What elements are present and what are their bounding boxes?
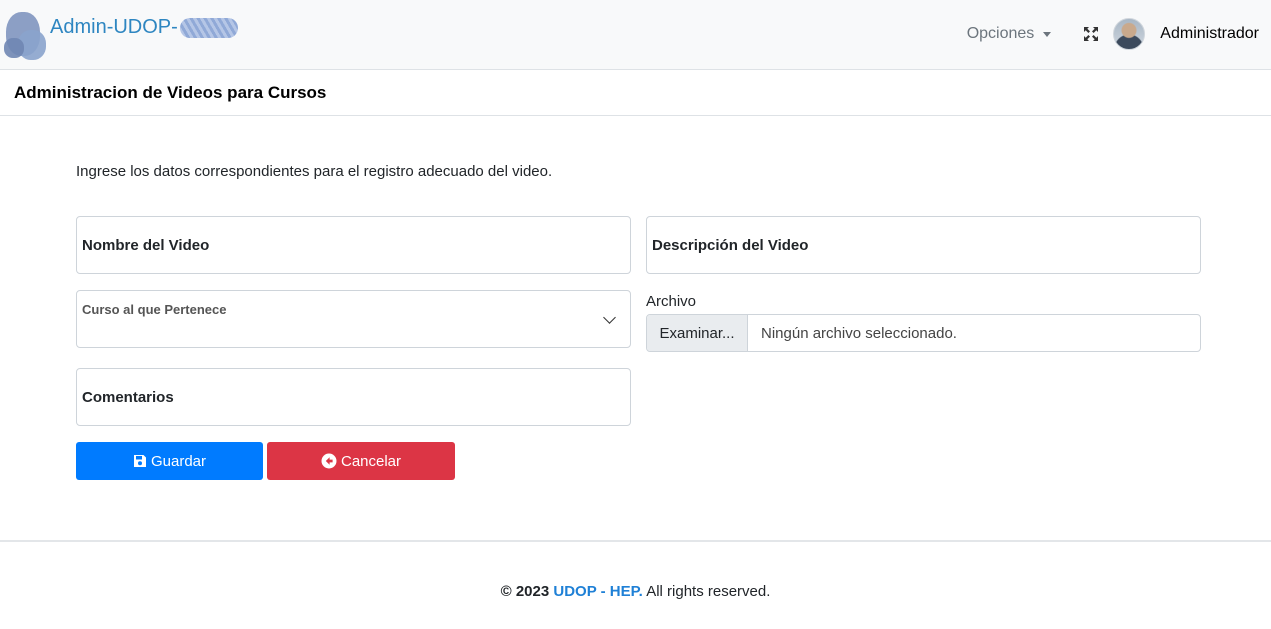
video-name-label: Nombre del Video: [82, 237, 210, 254]
expand-icon[interactable]: [1083, 26, 1099, 42]
options-label: Opciones: [966, 25, 1035, 42]
page-header: Administracion de Videos para Cursos: [0, 70, 1271, 116]
navbar: Admin-UDOP- Opciones Administrador: [0, 0, 1271, 70]
course-select-label: Curso al que Pertenece: [82, 302, 227, 317]
save-icon: [133, 455, 146, 467]
avatar[interactable]: [1113, 18, 1146, 50]
cancel-label: Cancelar: [340, 452, 402, 470]
course-select[interactable]: Curso al que Pertenece: [76, 290, 631, 348]
arrow-circle-left-icon: [321, 453, 337, 469]
brand-title-text: Admin-UDOP-: [50, 16, 178, 38]
video-description-label: Descripción del Video: [652, 237, 809, 254]
footer-copyright: © 2023: [500, 583, 550, 600]
intro-text: Ingrese los datos correspondientes para …: [76, 163, 553, 180]
page-title: Administracion de Videos para Cursos: [14, 82, 327, 102]
options-dropdown[interactable]: Opciones: [967, 25, 1052, 43]
caret-down-icon: [1043, 31, 1052, 37]
comments-label: Comentarios: [82, 389, 174, 406]
file-input[interactable]: Examinar... Ningún archivo seleccionado.: [646, 314, 1201, 352]
file-status: Ningún archivo seleccionado.: [761, 324, 957, 342]
brand-logo: [4, 12, 48, 60]
footer-brand-link[interactable]: UDOP - HEP.: [553, 583, 642, 600]
cancel-button[interactable]: Cancelar: [267, 442, 455, 480]
footer-rights: All rights reserved.: [646, 583, 771, 600]
save-button[interactable]: Guardar: [76, 442, 263, 480]
comments-field[interactable]: Comentarios: [76, 368, 631, 426]
video-name-field[interactable]: Nombre del Video: [76, 216, 631, 274]
user-name[interactable]: Administrador: [1160, 25, 1259, 43]
chevron-down-icon: [603, 311, 616, 324]
footer: © 2023 UDOP - HEP. All rights reserved.: [0, 583, 1271, 600]
file-label: Archivo: [646, 293, 697, 310]
footer-brand-text: UDOP - HEP: [553, 583, 639, 600]
redacted-scribble: [179, 17, 238, 38]
save-label: Guardar: [150, 452, 207, 470]
video-description-field[interactable]: Descripción del Video: [646, 216, 1201, 274]
browse-button[interactable]: Examinar...: [647, 315, 748, 351]
brand[interactable]: Admin-UDOP-: [4, 12, 238, 62]
footer-divider: [0, 540, 1271, 542]
nav-right: Opciones Administrador: [967, 14, 1259, 54]
brand-title: Admin-UDOP-: [50, 16, 238, 39]
